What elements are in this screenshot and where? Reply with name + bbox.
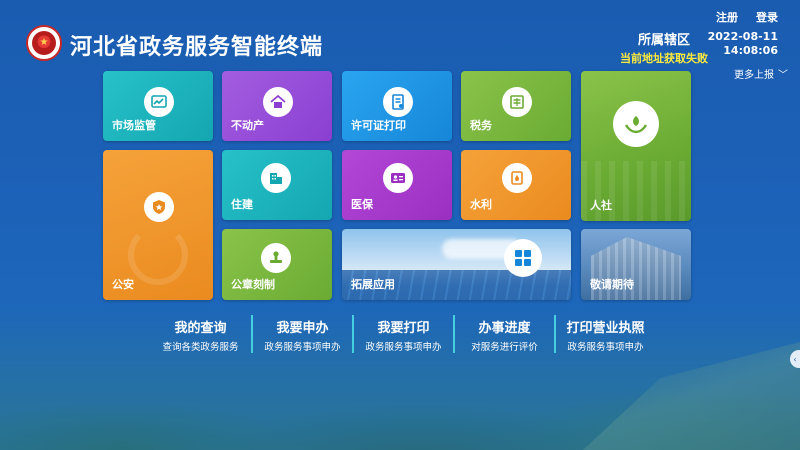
document-icon — [383, 87, 413, 117]
tile-medical-insurance[interactable]: 医保 — [342, 150, 452, 220]
more-report-dropdown[interactable]: 更多上报 ﹀ — [734, 66, 788, 81]
link-print[interactable]: 我要打印 政务服务事项申办 — [352, 315, 453, 353]
tile-market-supervision[interactable]: 市场监管 — [103, 71, 213, 141]
login-link[interactable]: 登录 — [756, 9, 778, 25]
tile-label: 不动产 — [231, 119, 264, 132]
hands-leaf-icon — [613, 101, 659, 147]
link-progress[interactable]: 办事进度 对服务进行评价 — [453, 315, 554, 353]
time-text: 14:08:06 — [723, 44, 778, 57]
link-apply[interactable]: 我要申办 政务服务事项申办 — [251, 315, 352, 353]
quick-links: 我的查询 查询各类政务服务 我要申办 政务服务事项申办 我要打印 政务服务事项申… — [150, 315, 670, 353]
region-status: 当前地址获取失败 — [620, 52, 708, 65]
stamp-icon — [261, 243, 291, 273]
link-subtitle: 政务服务事项申办 — [365, 342, 442, 353]
more-report-label: 更多上报 — [734, 70, 774, 81]
date-text: 2022-08-11 — [707, 30, 778, 43]
link-subtitle: 对服务进行评价 — [471, 342, 538, 353]
tile-label: 住建 — [231, 198, 253, 211]
tile-housing-construction[interactable]: 住建 — [222, 150, 332, 220]
tile-permit-print[interactable]: 许可证打印 — [342, 71, 452, 141]
tile-real-estate[interactable]: 不动产 — [222, 71, 332, 141]
page-title: 河北省政务服务智能终端 — [70, 35, 324, 60]
badge-star-icon — [144, 192, 174, 222]
link-title: 我要打印 — [377, 321, 430, 336]
account-links: 注册 登录 — [716, 9, 778, 25]
tile-decoration — [128, 225, 188, 285]
grid-icon — [504, 239, 542, 277]
tile-label: 拓展应用 — [351, 278, 395, 291]
link-my-query[interactable]: 我的查询 查询各类政务服务 — [150, 315, 251, 353]
link-title: 打印营业执照 — [566, 321, 645, 336]
house-icon — [263, 87, 293, 117]
clock: 2022-08-11 14:08:06 — [708, 30, 778, 58]
tile-label: 税务 — [470, 119, 492, 132]
emblem-logo: ★ — [26, 25, 62, 61]
tile-label: 许可证打印 — [351, 119, 406, 132]
chevron-down-icon: ﹀ — [778, 70, 788, 81]
tile-label: 医保 — [351, 198, 373, 211]
link-title: 办事进度 — [478, 321, 531, 336]
link-title: 我的查询 — [174, 321, 227, 336]
tile-public-security[interactable]: 公安 — [103, 150, 213, 300]
water-icon — [502, 163, 532, 193]
tile-label: 公章刻制 — [231, 278, 275, 291]
region-title: 所属辖区 — [637, 33, 690, 48]
building-icon — [261, 163, 291, 193]
tile-label: 人社 — [590, 199, 612, 212]
id-card-icon — [383, 163, 413, 193]
ledger-icon — [502, 87, 532, 117]
tile-water-resources[interactable]: 水利 — [461, 150, 571, 220]
link-subtitle: 政务服务事项申办 — [567, 342, 644, 353]
tile-social-security[interactable]: 人社 — [581, 71, 691, 221]
tile-label: 市场监管 — [112, 119, 156, 132]
link-subtitle: 查询各类政务服务 — [162, 342, 239, 353]
link-title: 我要申办 — [276, 321, 329, 336]
chart-icon — [144, 87, 174, 117]
register-link[interactable]: 注册 — [716, 9, 738, 25]
tile-seal-engraving[interactable]: 公章刻制 — [222, 229, 332, 300]
tile-label: 水利 — [470, 198, 492, 211]
chevron-left-icon: ‹ — [793, 354, 797, 364]
link-subtitle: 政务服务事项申办 — [264, 342, 341, 353]
tile-coming-soon[interactable]: 敬请期待 — [581, 229, 691, 300]
tile-label: 公安 — [112, 278, 134, 291]
tile-extended-apps[interactable]: 拓展应用 — [342, 229, 571, 300]
tile-tax[interactable]: 税务 — [461, 71, 571, 141]
tile-label: 敬请期待 — [590, 278, 634, 291]
link-print-license[interactable]: 打印营业执照 政务服务事项申办 — [554, 315, 655, 353]
region-info[interactable]: 所属辖区 当前地址获取失败 — [614, 29, 714, 66]
